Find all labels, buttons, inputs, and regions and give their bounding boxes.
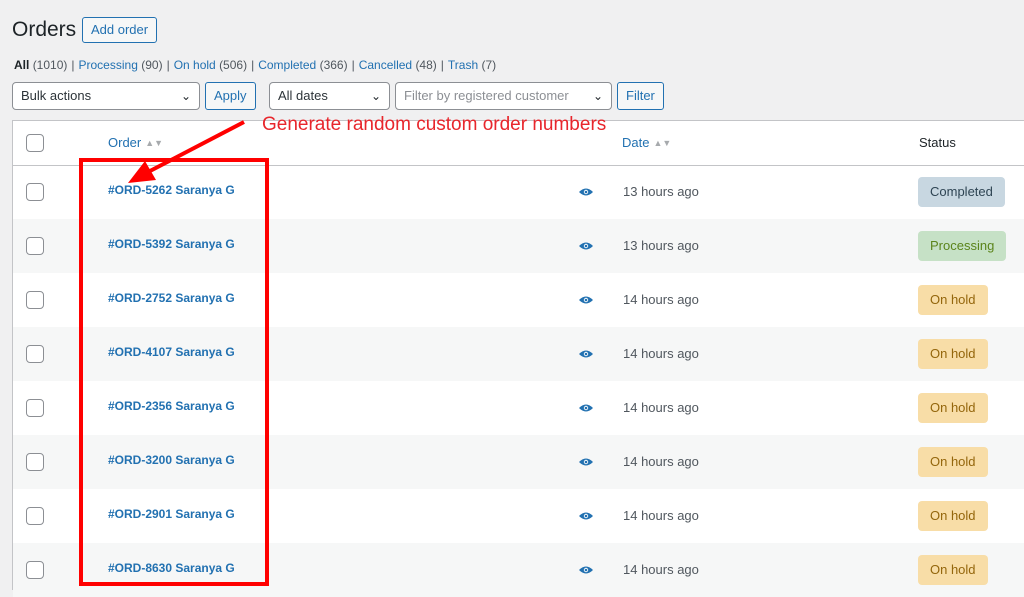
view-processing[interactable]: Processing (90) — [79, 58, 163, 72]
view-separator: | — [251, 58, 255, 72]
order-date: 14 hours ago — [623, 508, 699, 523]
status-badge: Processing — [918, 231, 1007, 261]
preview-eye-icon[interactable] — [579, 565, 593, 575]
preview-eye-icon[interactable] — [579, 187, 593, 197]
row-checkbox[interactable] — [26, 561, 44, 579]
select-all-checkbox[interactable] — [26, 134, 44, 152]
preview-eye-icon[interactable] — [579, 457, 593, 467]
view-count: (90) — [141, 58, 163, 72]
preview-eye-icon[interactable] — [579, 241, 593, 251]
preview-eye-icon[interactable] — [579, 511, 593, 521]
order-column-label: Order — [108, 135, 142, 150]
order-date: 14 hours ago — [623, 292, 699, 307]
order-column-header[interactable]: Order ▲▼ — [108, 135, 163, 150]
view-count: (7) — [481, 58, 497, 72]
view-separator: | — [440, 58, 444, 72]
date-column-header[interactable]: Date ▲▼ — [622, 135, 671, 150]
add-order-button[interactable]: Add order — [82, 17, 158, 43]
row-checkbox[interactable] — [26, 399, 44, 417]
chevron-down-icon: ⌄ — [180, 89, 191, 103]
order-date: 14 hours ago — [623, 400, 699, 415]
view-label: On hold — [173, 58, 216, 72]
sort-icon: ▲▼ — [653, 138, 672, 148]
order-date: 14 hours ago — [623, 562, 699, 577]
view-on-hold[interactable]: On hold (506) — [174, 58, 247, 72]
view-separator: | — [351, 58, 355, 72]
order-date: 13 hours ago — [623, 238, 699, 253]
view-completed[interactable]: Completed (366) — [258, 58, 347, 72]
view-count: (366) — [319, 58, 348, 72]
page-title: Orders — [12, 18, 77, 41]
dates-select[interactable]: All dates ⌄ — [269, 82, 390, 110]
annotation-highlight-box — [79, 158, 269, 586]
view-count: (506) — [219, 58, 248, 72]
view-label: Completed — [258, 58, 317, 72]
bulk-actions-select[interactable]: Bulk actions ⌄ — [12, 82, 200, 110]
status-badge: On hold — [918, 447, 988, 477]
order-date: 14 hours ago — [623, 454, 699, 469]
status-badge: On hold — [918, 339, 988, 369]
date-column-label: Date — [622, 135, 650, 150]
view-separator: | — [166, 58, 170, 72]
chevron-down-icon: ⌄ — [592, 89, 603, 103]
row-checkbox[interactable] — [26, 237, 44, 255]
view-all[interactable]: All (1010) — [14, 58, 67, 72]
view-count: (48) — [415, 58, 437, 72]
view-label: Processing — [78, 58, 138, 72]
status-badge: On hold — [918, 501, 988, 531]
status-column-header: Status — [919, 135, 956, 150]
filter-button[interactable]: Filter — [617, 82, 664, 110]
bulk-actions-value: Bulk actions — [21, 88, 92, 103]
order-date: 14 hours ago — [623, 346, 699, 361]
customer-filter-select[interactable]: Filter by registered customer ⌄ — [395, 82, 612, 110]
dates-value: All dates — [278, 88, 328, 103]
status-views: All (1010) | Processing (90) | On hold (506)… — [14, 58, 496, 72]
status-badge: On hold — [918, 555, 988, 585]
view-label: Trash — [447, 58, 479, 72]
view-cancelled[interactable]: Cancelled (48) — [359, 58, 437, 72]
view-separator: | — [71, 58, 75, 72]
row-checkbox[interactable] — [26, 507, 44, 525]
sort-icon: ▲▼ — [145, 138, 164, 148]
preview-eye-icon[interactable] — [579, 349, 593, 359]
row-checkbox[interactable] — [26, 183, 44, 201]
apply-button[interactable]: Apply — [205, 82, 256, 110]
order-date: 13 hours ago — [623, 184, 699, 199]
status-badge: On hold — [918, 285, 988, 315]
view-trash[interactable]: Trash (7) — [448, 58, 496, 72]
annotation-text: Generate random custom order numbers — [262, 114, 607, 135]
view-label: All — [14, 58, 30, 72]
row-checkbox[interactable] — [26, 345, 44, 363]
view-count: (1010) — [32, 58, 68, 72]
view-label: Cancelled — [358, 58, 413, 72]
row-checkbox[interactable] — [26, 291, 44, 309]
row-checkbox[interactable] — [26, 453, 44, 471]
status-badge: Completed — [918, 177, 1005, 207]
preview-eye-icon[interactable] — [579, 403, 593, 413]
status-badge: On hold — [918, 393, 988, 423]
preview-eye-icon[interactable] — [579, 295, 593, 305]
chevron-down-icon: ⌄ — [370, 89, 381, 103]
customer-filter-placeholder: Filter by registered customer — [404, 88, 569, 103]
